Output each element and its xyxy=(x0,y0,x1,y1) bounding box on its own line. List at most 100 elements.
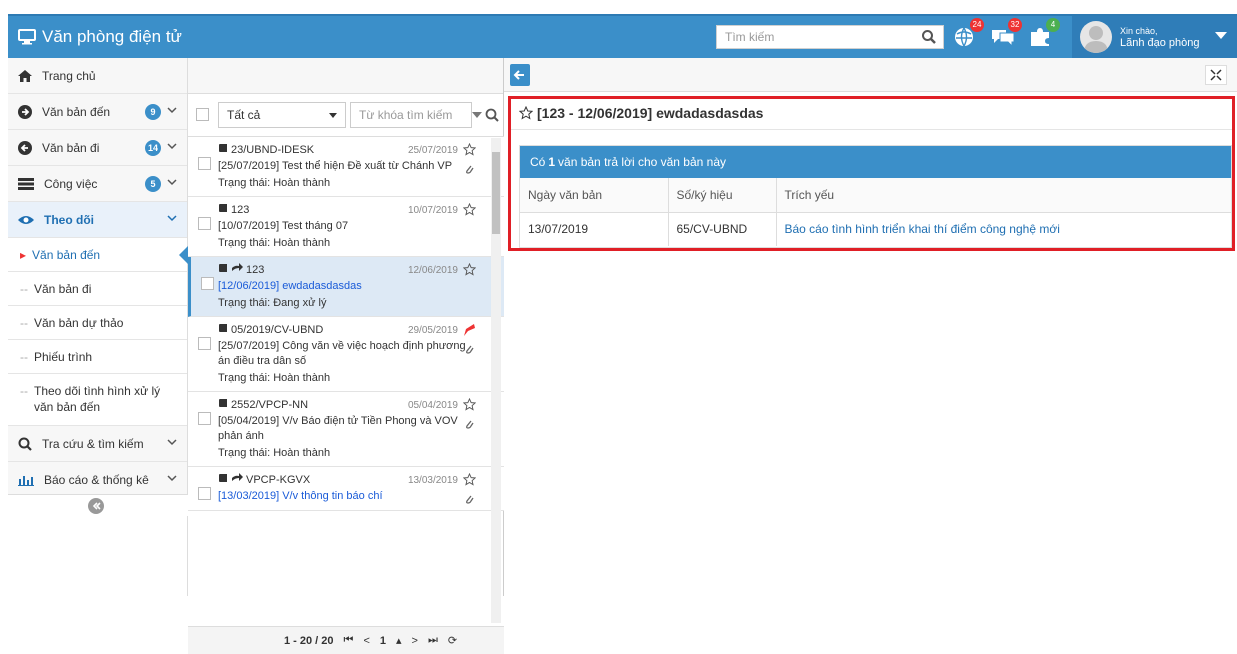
star-icon[interactable] xyxy=(462,397,477,414)
item-date: 05/04/2019 xyxy=(407,400,458,411)
chevron-down-icon[interactable] xyxy=(167,142,177,150)
chevron-down-icon[interactable] xyxy=(167,106,177,114)
item-checkbox[interactable] xyxy=(198,217,211,230)
sidebar-item-tasks[interactable]: Công việc 5 xyxy=(8,166,187,202)
refresh-icon[interactable]: ⟳ xyxy=(448,634,457,647)
search-icon[interactable] xyxy=(921,29,937,45)
star-icon[interactable] xyxy=(462,142,477,159)
top-strip xyxy=(0,0,1237,14)
page-number[interactable]: 1 xyxy=(380,635,386,647)
arrow-circle-left-icon xyxy=(18,140,32,155)
keyword-input[interactable] xyxy=(359,108,459,122)
chevron-down-icon[interactable] xyxy=(167,438,177,446)
sidebar-subitem-outgoing[interactable]: -- Văn bản đi xyxy=(8,272,187,306)
user-menu[interactable]: Xin chào, Lãnh đạo phòng xyxy=(1072,16,1237,58)
star-icon[interactable] xyxy=(462,202,477,219)
item-title[interactable]: [10/07/2019] Test tháng 07 xyxy=(218,219,480,234)
home-icon xyxy=(18,69,32,82)
search-icon[interactable] xyxy=(485,108,499,122)
sidebar-subitem-label: Văn bản dự thảo xyxy=(34,315,124,330)
list-item[interactable]: 123 10/07/2019 [10/07/2019] Test tháng 07 T… xyxy=(188,197,504,257)
item-status: Trạng thái: Hoàn thành xyxy=(218,372,331,384)
globe-icon[interactable]: 24 xyxy=(952,18,984,50)
item-checkbox[interactable] xyxy=(198,412,211,425)
response-header: Có 1 văn bản trả lời cho văn bản này xyxy=(520,146,1231,178)
app-title[interactable]: Văn phòng điện tử xyxy=(8,27,182,47)
document-detail-panel: [123 - 12/06/2019] ewdadasdasdas Có 1 vă… xyxy=(504,58,1237,596)
sidebar-item-label: Công việc xyxy=(44,176,98,191)
sidebar-item-label: Báo cáo & thống kê xyxy=(44,472,149,487)
sidebar-subitem-processing-status[interactable]: -- Theo dõi tình hình xử lý văn bản đến xyxy=(8,374,187,426)
pagination: 1 - 20 / 20 ⏮ < 1 ▴ > ⏭ ⟳ xyxy=(188,626,504,654)
item-date: 12/06/2019 xyxy=(407,265,458,276)
item-checkbox[interactable] xyxy=(198,337,211,350)
sidebar-item-reports[interactable]: Báo cáo & thống kê xyxy=(8,462,187,498)
sidebar-subitem-submission[interactable]: -- Phiếu trình xyxy=(8,340,187,374)
item-title[interactable]: [13/03/2019] V/v thông tin báo chí xyxy=(218,489,480,504)
item-number: 123 xyxy=(246,263,265,276)
app-header: Văn phòng điện tử 24 32 4 Xin chào, Lãnh… xyxy=(8,14,1237,58)
star-icon[interactable] xyxy=(462,472,477,489)
caret-up-icon[interactable]: ▴ xyxy=(396,634,402,647)
item-number: 2552/VPCP-NN xyxy=(231,398,309,411)
sidebar-item-tracking[interactable]: Theo dõi xyxy=(8,202,187,238)
star-icon[interactable] xyxy=(519,106,533,120)
last-page-button[interactable]: ⏭ xyxy=(428,634,438,647)
reply-icon xyxy=(231,263,243,276)
table-row[interactable]: 13/07/2019 65/CV-UBND Báo cáo tình hình … xyxy=(520,212,1231,246)
list-scrollbar[interactable] xyxy=(491,138,501,623)
puzzle-badge: 4 xyxy=(1046,18,1060,32)
back-button[interactable] xyxy=(510,64,530,86)
sidebar-item-label: Văn bản đến xyxy=(42,104,111,119)
chat-icon[interactable]: 32 xyxy=(990,18,1022,50)
sidebar-item-label: Theo dõi xyxy=(44,212,94,227)
list-item[interactable]: 05/2019/CV-UBND 29/05/2019 [25/07/2019] Cô… xyxy=(188,317,504,392)
item-checkbox[interactable] xyxy=(198,157,211,170)
item-checkbox[interactable] xyxy=(198,487,211,500)
scrollbar-thumb[interactable] xyxy=(492,152,500,234)
app-title-text: Văn phòng điện tử xyxy=(42,27,182,46)
item-title[interactable]: [25/07/2019] Test thể hiện Đề xuất từ Ch… xyxy=(218,159,480,174)
double-chevron-left-icon[interactable] xyxy=(88,498,104,514)
sidebar-item-outgoing[interactable]: Văn bản đi 14 xyxy=(8,130,187,166)
puzzle-icon[interactable]: 4 xyxy=(1028,18,1060,50)
sidebar-subitem-incoming[interactable]: ▸ Văn bản đến xyxy=(8,238,188,272)
list-item[interactable]: 23/UBND-IDESK 25/07/2019 [25/07/2019] Test… xyxy=(188,137,504,197)
caret-down-icon[interactable] xyxy=(472,112,482,118)
response-summary-link[interactable]: Báo cáo tình hình triển khai thí điểm cô… xyxy=(776,212,1231,246)
sidebar-item-home[interactable]: Trang chủ xyxy=(8,58,187,94)
prev-page-button[interactable]: < xyxy=(363,635,369,647)
keyword-search[interactable] xyxy=(350,102,472,128)
paperclip-icon xyxy=(464,343,474,358)
list-item[interactable]: VPCP-KGVX 13/03/2019 [13/03/2019] V/v thôn… xyxy=(188,467,504,511)
header-search-input[interactable] xyxy=(725,30,915,44)
chevron-down-icon[interactable] xyxy=(167,214,177,222)
item-number: VPCP-KGVX xyxy=(246,473,311,486)
item-title[interactable]: [25/07/2019] Công văn về việc hoạch định… xyxy=(218,339,480,369)
first-page-button[interactable]: ⏮ xyxy=(344,634,354,647)
item-title[interactable]: [05/04/2019] V/v Báo điện tử Tiền Phong … xyxy=(218,414,480,444)
item-title[interactable]: [12/06/2019] ewdadasdasdas xyxy=(218,279,480,294)
sidebar-subitem-draft[interactable]: -- Văn bản dự thảo xyxy=(8,306,187,340)
item-checkbox[interactable] xyxy=(201,277,214,290)
arrow-circle-right-icon xyxy=(18,104,32,119)
document-list-panel: Tất cả 23/UBND-IDESK 25/07/2019 [25/07/201… xyxy=(188,58,504,654)
divider xyxy=(511,129,1232,130)
star-icon[interactable] xyxy=(462,262,477,279)
monitor-icon xyxy=(18,29,36,45)
document-list: 23/UBND-IDESK 25/07/2019 [25/07/2019] Test… xyxy=(188,136,504,622)
sidebar-item-incoming[interactable]: Văn bản đến 9 xyxy=(8,94,187,130)
list-item[interactable]: 123 12/06/2019 [12/06/2019] ewdadasdasdas T… xyxy=(188,257,504,317)
next-page-button[interactable]: > xyxy=(412,635,418,647)
chevron-down-icon[interactable] xyxy=(167,474,177,482)
status-filter-select[interactable]: Tất cả xyxy=(218,102,346,128)
header-search[interactable] xyxy=(716,25,944,49)
chevron-down-icon[interactable] xyxy=(167,178,177,186)
chevron-down-icon[interactable] xyxy=(1215,32,1227,39)
paperclip-icon xyxy=(464,163,474,178)
flag-icon[interactable] xyxy=(462,323,476,340)
list-item[interactable]: 2552/VPCP-NN 05/04/2019 [05/04/2019] V/v B… xyxy=(188,392,504,467)
select-all-checkbox[interactable] xyxy=(196,108,209,121)
expand-button[interactable] xyxy=(1205,65,1227,85)
sidebar-item-search[interactable]: Tra cứu & tìm kiếm xyxy=(8,426,187,462)
